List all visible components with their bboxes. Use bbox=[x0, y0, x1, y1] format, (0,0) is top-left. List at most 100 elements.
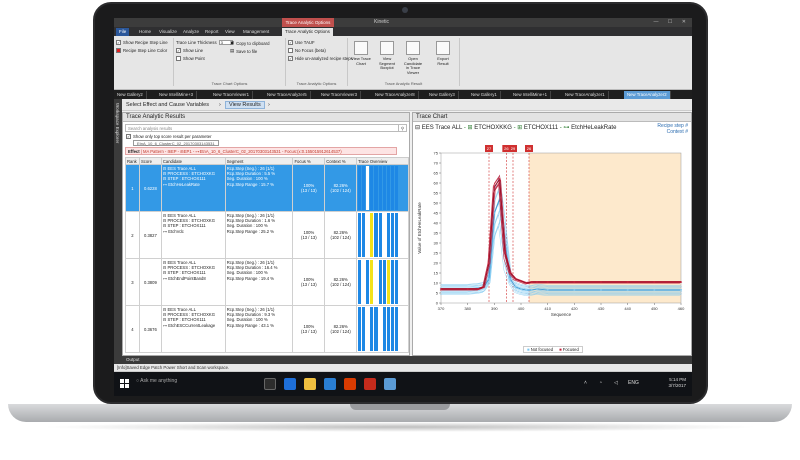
tab-trace-analytic-options[interactable]: Trace Analytic Options bbox=[282, 28, 333, 36]
tray-up-icon[interactable]: ˄ bbox=[584, 380, 587, 386]
results-search-input[interactable]: Search analysis results ⚲ bbox=[125, 124, 407, 132]
copy-clipboard-button[interactable]: ▣ Copy to clipboard bbox=[230, 40, 270, 46]
candidate-tree-node[interactable]: ⊶ EtchVdc bbox=[163, 229, 224, 234]
taskbar-search[interactable]: ○ Ask me anything bbox=[136, 378, 177, 384]
tab-management[interactable]: Management bbox=[240, 28, 272, 36]
doc-tab[interactable]: New Gallery1 bbox=[468, 91, 501, 99]
doc-tab[interactable]: New TraceAnalyzer5 bbox=[264, 91, 311, 99]
legend-focused[interactable]: ■ Focused bbox=[559, 347, 579, 352]
doc-tab[interactable]: New IntelliMine+1 bbox=[510, 91, 552, 99]
tab-home[interactable]: Home bbox=[136, 28, 154, 36]
tab-view[interactable]: View bbox=[222, 28, 238, 36]
doc-tab[interactable]: New TraceAnalyzer1 bbox=[562, 91, 609, 99]
doc-tab[interactable]: New IntelliMine+3 bbox=[156, 91, 198, 99]
col-rank[interactable]: Rank bbox=[125, 157, 140, 165]
table-row[interactable]: 2 0.3827 ⊟ EES Trace ALL ⊟ PROCESS : ETCHO… bbox=[125, 211, 409, 259]
data-point bbox=[536, 281, 538, 283]
candidate-tree-node[interactable]: ⊶ EtchESCCurrentLeakage bbox=[163, 323, 224, 328]
line-thickness-field[interactable]: Trace Line Thickness 3 bbox=[176, 40, 233, 45]
step-select-variables[interactable]: Select Effect and Cause Variables bbox=[126, 102, 209, 108]
overview-bar bbox=[370, 260, 374, 304]
file-explorer-icon[interactable] bbox=[304, 378, 316, 390]
cell-focus: 100% (13 / 13) bbox=[292, 164, 326, 212]
doc-tab[interactable]: New TraceViewer3 bbox=[318, 91, 361, 99]
table-row[interactable]: 3 0.3809 ⊟ EES Trace ALL ⊟ PROCESS : ETCHO… bbox=[125, 258, 409, 306]
trace-viewer-icon bbox=[406, 41, 420, 55]
show-point-checkbox[interactable]: Show Point bbox=[176, 56, 205, 61]
output-pane-tab[interactable]: Output bbox=[114, 356, 692, 364]
app-icon[interactable] bbox=[364, 378, 376, 390]
col-focus[interactable]: Focus % bbox=[292, 157, 326, 165]
overview-bar bbox=[386, 260, 390, 304]
no-focus-checkbox[interactable]: No Focus (beta) bbox=[288, 48, 326, 53]
candidate-tree-node[interactable]: ⊶ EtchHeLeakRate bbox=[163, 182, 224, 187]
trace-overview-strip[interactable] bbox=[358, 307, 399, 351]
col-candidate[interactable]: Candidate bbox=[160, 157, 226, 165]
tab-visualize[interactable]: Visualize bbox=[156, 28, 180, 36]
y-tick-label: 5 bbox=[436, 291, 439, 296]
open-candidate-button[interactable]: Open Candidate in Trace Viewer bbox=[402, 40, 424, 75]
tab-file[interactable]: File bbox=[116, 28, 130, 36]
workspace-explorer-strip[interactable]: Workspace Explorer bbox=[114, 99, 122, 356]
overview-bar bbox=[370, 213, 374, 257]
data-point bbox=[525, 289, 528, 291]
language-indicator[interactable]: ENG bbox=[628, 380, 639, 386]
overview-bar bbox=[382, 260, 386, 304]
trace-overview-strip[interactable] bbox=[358, 166, 399, 210]
hide-unanalyzed-checkbox[interactable]: ✓ Hide un-analyzed recipe steps bbox=[288, 56, 353, 61]
window-controls[interactable]: — ☐ ✕ bbox=[654, 19, 690, 25]
trace-overview-strip[interactable] bbox=[358, 260, 399, 304]
col-trace-overview[interactable]: Trace Overview bbox=[356, 157, 409, 165]
network-icon[interactable]: ◔ bbox=[599, 380, 602, 386]
volume-icon[interactable]: ◁ bbox=[614, 380, 618, 386]
segment-line: Rcp.Step Range : 43.1 % bbox=[226, 322, 274, 328]
legend-not-focused[interactable]: ■ Not focused bbox=[527, 347, 553, 352]
use-tauf-checkbox[interactable]: ✓ Use TAUF bbox=[288, 40, 315, 45]
view-trace-chart-button[interactable]: View Trace Chart bbox=[350, 40, 372, 74]
export-result-button[interactable]: Export Result bbox=[432, 40, 454, 74]
cell-segment: Rcp.Step (Seg.) : 26 (1/1) Rcp.Step Durat… bbox=[224, 305, 294, 353]
trace-overview-strip[interactable] bbox=[358, 213, 399, 257]
tab-report[interactable]: Report bbox=[202, 28, 222, 36]
cell-candidate: ⊟ EES Trace ALL ⊟ PROCESS : ETCHOXKG ⊟ S… bbox=[160, 305, 226, 353]
table-row[interactable]: 1 0.6228 ⊟ EES Trace ALL ⊟ PROCESS : ETCHO… bbox=[125, 164, 409, 212]
tab-analyze[interactable]: Analyze bbox=[180, 28, 202, 36]
show-line-checkbox[interactable]: ✓ Show Line bbox=[176, 48, 203, 53]
show-top-only-checkbox[interactable]: ✓ Show only top score result per paramete… bbox=[126, 134, 212, 139]
data-point bbox=[509, 272, 512, 274]
overview-bar bbox=[362, 307, 366, 351]
col-segment[interactable]: Segment bbox=[224, 157, 294, 165]
office-icon[interactable] bbox=[344, 378, 356, 390]
doc-tab[interactable]: New Gallery3 bbox=[426, 91, 459, 99]
step-view-results[interactable]: View Results bbox=[225, 101, 265, 109]
title-bar: Trace Analytic Options Kinetic — ☐ ✕ bbox=[114, 18, 692, 27]
col-context[interactable]: Context % bbox=[324, 157, 358, 165]
ribbon: ✓ Show Recipe Step Line Recipe Step Line … bbox=[114, 36, 692, 90]
cell-focus: 100% (13 / 13) bbox=[292, 211, 326, 259]
task-view-icon[interactable] bbox=[264, 378, 276, 390]
trace-chart[interactable]: 0 5 10 15 20 25 30 35 40 45 50 55 60 65 70 75 370 380 390 4… bbox=[413, 135, 691, 347]
y-tick-label: 25 bbox=[434, 251, 439, 256]
view-segment-boxplot-button[interactable]: View Segment Boxplot bbox=[376, 40, 398, 74]
app-icon[interactable] bbox=[384, 378, 396, 390]
show-step-line-checkbox[interactable]: ✓ Show Recipe Step Line bbox=[116, 40, 168, 45]
step-line-color-picker[interactable]: Recipe Step Line Color bbox=[116, 48, 167, 53]
table-row[interactable]: 4 0.3676 ⊟ EES Trace ALL ⊟ PROCESS : ETCHO… bbox=[125, 305, 409, 353]
search-icon[interactable]: ⚲ bbox=[398, 125, 406, 131]
col-score[interactable]: Score bbox=[138, 157, 162, 165]
save-file-button[interactable]: ▤ Save to file bbox=[230, 48, 257, 54]
clock[interactable]: 5:14 PM 3/7/2017 bbox=[668, 377, 686, 389]
doc-tab[interactable]: New TraceViewer1 bbox=[210, 91, 253, 99]
y-tick-label: 65 bbox=[434, 171, 439, 176]
doc-tab-active[interactable]: New TraceAnalyzer2 bbox=[624, 91, 671, 99]
store-icon[interactable] bbox=[324, 378, 336, 390]
doc-tab[interactable]: New TraceAnalyzer8 bbox=[372, 91, 419, 99]
candidate-tree-node[interactable]: ⊶ EtchEndPointBand8 bbox=[163, 276, 224, 281]
doc-tab[interactable]: New Gallery2 bbox=[114, 91, 147, 99]
overview-bar bbox=[378, 260, 382, 304]
effect-chip[interactable]: EtnA_10_6_ClusterC_02_20170303143531 bbox=[133, 140, 219, 146]
windows-start-icon[interactable] bbox=[120, 379, 130, 389]
edge-icon[interactable] bbox=[284, 378, 296, 390]
data-point bbox=[546, 281, 549, 283]
step-marker-label: 26 bbox=[504, 146, 509, 151]
